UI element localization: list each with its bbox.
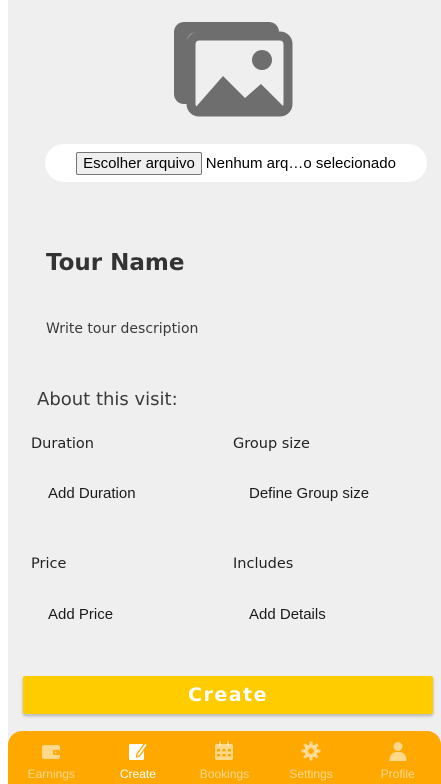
nav-item-bookings[interactable]: Bookings [181,731,268,784]
user-icon [389,742,407,761]
group-size-label: Group size [233,436,310,452]
nav-label: Bookings [199,767,250,781]
about-heading: About this visit: [37,389,178,410]
nav-label: Earnings [27,767,75,781]
file-status-text: Nenhum arq…o selecionado [205,154,396,172]
nav-item-earnings[interactable]: Earnings [8,731,95,784]
file-upload-row: Escolher arquivo Nenhum arq…o selecionad… [45,144,427,182]
nav-item-profile[interactable]: Profile [354,731,441,784]
price-input[interactable]: Add Price [48,606,113,623]
nav-item-settings[interactable]: Settings [268,731,355,784]
nav-label: Create [119,767,156,781]
duration-label: Duration [31,436,94,452]
create-button[interactable]: Create [23,676,433,714]
group-size-input[interactable]: Define Group size [249,485,369,502]
nav-label: Profile [380,767,415,781]
edit-icon [128,742,148,760]
wallet-icon [42,745,61,759]
gear-icon [301,741,321,761]
nav-item-create[interactable]: Create [95,731,182,784]
create-tour-screen: Escolher arquivo Nenhum arq…o selecionad… [8,0,441,784]
includes-label: Includes [233,556,294,572]
tour-description-field[interactable]: Write tour description [46,321,198,337]
duration-input[interactable]: Add Duration [48,485,136,502]
bottom-nav: Earnings Create Bookings Settings Profil… [8,731,441,784]
choose-file-button[interactable]: Escolher arquivo [76,151,202,175]
includes-input[interactable]: Add Details [249,606,326,623]
image-gallery-icon[interactable] [165,18,293,118]
price-label: Price [31,556,67,572]
nav-label: Settings [289,767,333,781]
tour-name-field[interactable]: Tour Name [46,250,185,276]
calendar-icon [215,741,234,760]
